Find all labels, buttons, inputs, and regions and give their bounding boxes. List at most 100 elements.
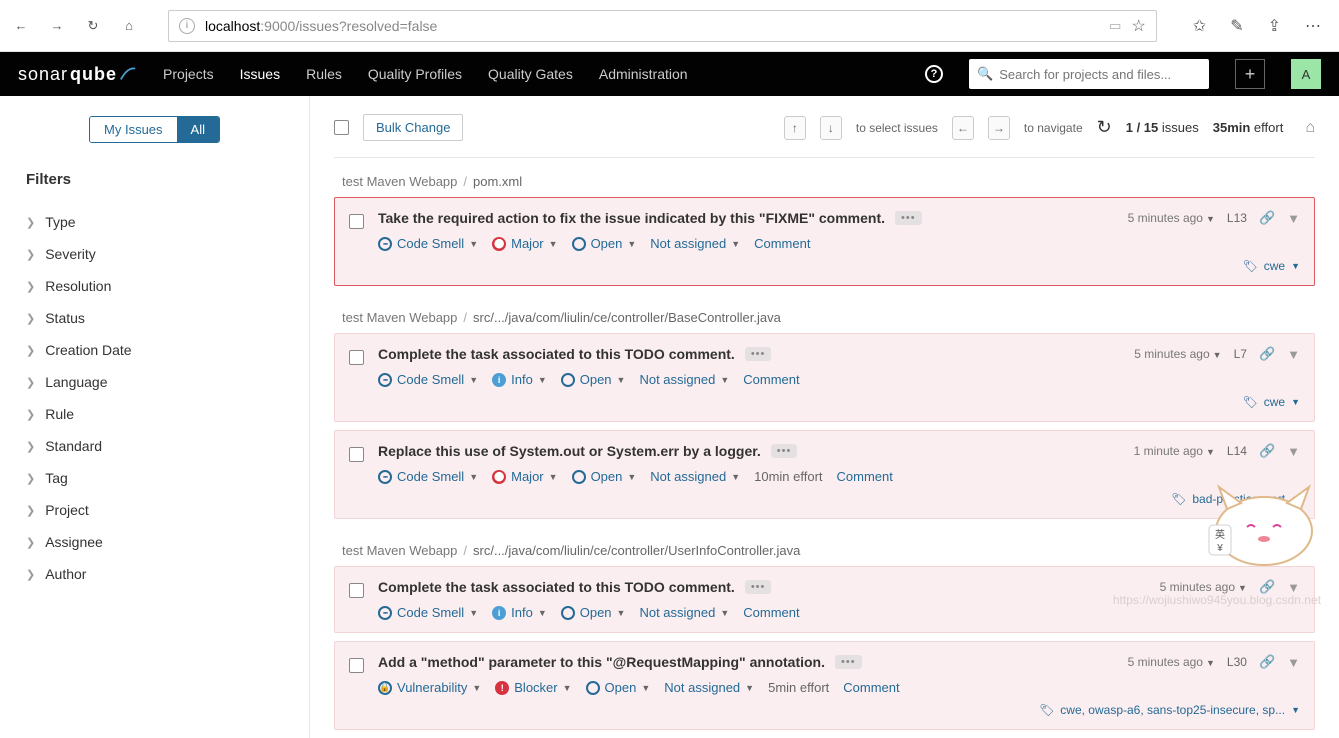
address-bar[interactable]: i localhost:9000/issues?resolved=false ▭… (168, 10, 1157, 42)
facet-resolution[interactable]: ❯Resolution (26, 270, 283, 302)
nav-quality-gates[interactable]: Quality Gates (488, 66, 573, 82)
filter-icon[interactable]: ▼ (1287, 655, 1300, 670)
search-input[interactable] (999, 67, 1201, 82)
file-path[interactable]: src/.../java/com/liulin/ce/controller/Ba… (473, 310, 781, 325)
more-icon[interactable]: ••• (771, 444, 798, 458)
issue-assignee[interactable]: Not assigned ▼ (639, 372, 729, 387)
file-path[interactable]: pom.xml (473, 174, 522, 189)
comment-link[interactable]: Comment (743, 372, 799, 387)
issue-age[interactable]: 5 minutes ago▼ (1128, 655, 1215, 669)
issue-age[interactable]: 5 minutes ago▼ (1128, 211, 1215, 225)
project-name[interactable]: test Maven Webapp (342, 310, 457, 325)
issue-tags[interactable]: 🏷 bad-practice, cert ▼ (378, 492, 1300, 506)
forward-icon[interactable]: → (48, 17, 66, 35)
issue-card[interactable]: Add a "method" parameter to this "@Reque… (334, 641, 1315, 730)
home-icon[interactable]: ⌂ (1305, 119, 1315, 137)
line-number[interactable]: L14 (1227, 444, 1247, 458)
issue-tags[interactable]: 🏷 cwe, owasp-a6, sans-top25-insecure, sp… (378, 703, 1300, 717)
issue-title[interactable]: Replace this use of System.out or System… (378, 443, 761, 459)
issue-severity[interactable]: ⬤ Major ▼ (492, 469, 557, 484)
star-icon[interactable]: ☆ (1131, 16, 1145, 36)
issue-age[interactable]: 5 minutes ago▼ (1160, 580, 1247, 594)
create-button[interactable]: + (1235, 59, 1265, 89)
toggle-all[interactable]: All (177, 117, 219, 142)
issue-checkbox[interactable] (349, 214, 364, 229)
project-name[interactable]: test Maven Webapp (342, 174, 457, 189)
issue-status[interactable]: Open ▼ (561, 372, 626, 387)
line-number[interactable]: L13 (1227, 211, 1247, 225)
issue-card[interactable]: Take the required action to fix the issu… (334, 197, 1315, 286)
issue-assignee[interactable]: Not assigned ▼ (664, 680, 754, 695)
link-icon[interactable]: 🔗 (1259, 346, 1275, 362)
issue-status[interactable]: Open ▼ (572, 469, 637, 484)
project-name[interactable]: test Maven Webapp (342, 543, 457, 558)
issue-type[interactable]: Code Smell ▼ (378, 469, 478, 484)
facet-creation-date[interactable]: ❯Creation Date (26, 334, 283, 366)
issue-type[interactable]: Code Smell ▼ (378, 605, 478, 620)
facet-project[interactable]: ❯Project (26, 494, 283, 526)
nav-projects[interactable]: Projects (163, 66, 214, 82)
issue-severity[interactable]: i Info ▼ (492, 605, 547, 620)
nav-rules[interactable]: Rules (306, 66, 342, 82)
issue-title[interactable]: Take the required action to fix the issu… (378, 210, 885, 226)
issue-card[interactable]: Replace this use of System.out or System… (334, 430, 1315, 519)
facet-standard[interactable]: ❯Standard (26, 430, 283, 462)
facet-tag[interactable]: ❯Tag (26, 462, 283, 494)
issue-status[interactable]: Open ▼ (586, 680, 651, 695)
issue-assignee[interactable]: Not assigned ▼ (650, 469, 740, 484)
bulk-change-button[interactable]: Bulk Change (363, 114, 463, 141)
link-icon[interactable]: 🔗 (1259, 443, 1275, 459)
issue-status[interactable]: Open ▼ (572, 236, 637, 251)
issue-severity[interactable]: ! Blocker ▼ (495, 680, 571, 695)
filter-icon[interactable]: ▼ (1287, 211, 1300, 226)
logo[interactable]: sonarqube (18, 64, 137, 85)
comment-link[interactable]: Comment (743, 605, 799, 620)
issue-assignee[interactable]: Not assigned ▼ (650, 236, 740, 251)
filter-icon[interactable]: ▼ (1287, 347, 1300, 362)
facet-rule[interactable]: ❯Rule (26, 398, 283, 430)
share-icon[interactable]: ⇪ (1268, 16, 1281, 36)
issue-type[interactable]: Code Smell ▼ (378, 372, 478, 387)
back-icon[interactable]: ← (12, 17, 30, 35)
home-icon[interactable]: ⌂ (120, 17, 138, 35)
issue-checkbox[interactable] (349, 447, 364, 462)
facet-status[interactable]: ❯Status (26, 302, 283, 334)
facet-severity[interactable]: ❯Severity (26, 238, 283, 270)
select-all-checkbox[interactable] (334, 120, 349, 135)
comment-link[interactable]: Comment (837, 469, 893, 484)
issue-age[interactable]: 5 minutes ago▼ (1134, 347, 1221, 361)
reader-icon[interactable]: ▭ (1109, 18, 1121, 34)
issue-checkbox[interactable] (349, 350, 364, 365)
toggle-my-issues[interactable]: My Issues (90, 117, 177, 142)
filter-icon[interactable]: ▼ (1287, 444, 1300, 459)
issue-title[interactable]: Complete the task associated to this TOD… (378, 346, 735, 362)
issue-assignee[interactable]: Not assigned ▼ (639, 605, 729, 620)
scope-toggle[interactable]: My Issues All (89, 116, 220, 143)
nav-quality-profiles[interactable]: Quality Profiles (368, 66, 462, 82)
avatar[interactable]: A (1291, 59, 1321, 89)
issue-tags[interactable]: 🏷 cwe ▼ (378, 259, 1300, 273)
more-icon[interactable]: ⋯ (1305, 16, 1321, 36)
help-icon[interactable]: ? (925, 65, 943, 83)
facet-author[interactable]: ❯Author (26, 558, 283, 590)
issue-severity[interactable]: ⬤ Major ▼ (492, 236, 557, 251)
nav-issues[interactable]: Issues (240, 66, 280, 82)
issue-title[interactable]: Complete the task associated to this TOD… (378, 579, 735, 595)
issue-type[interactable]: 🔒 Vulnerability ▼ (378, 680, 481, 695)
more-icon[interactable]: ••• (745, 580, 772, 594)
comment-link[interactable]: Comment (843, 680, 899, 695)
file-path[interactable]: src/.../java/com/liulin/ce/controller/Us… (473, 543, 800, 558)
line-number[interactable]: L7 (1234, 347, 1247, 361)
facet-type[interactable]: ❯Type (26, 206, 283, 238)
link-icon[interactable]: 🔗 (1259, 654, 1275, 670)
favorites-icon[interactable]: ✩ (1193, 16, 1206, 36)
issue-title[interactable]: Add a "method" parameter to this "@Reque… (378, 654, 825, 670)
reload-icon[interactable]: ↻ (1097, 117, 1112, 138)
more-icon[interactable]: ••• (745, 347, 772, 361)
global-search[interactable]: 🔍 (969, 59, 1209, 89)
issue-severity[interactable]: i Info ▼ (492, 372, 547, 387)
issue-status[interactable]: Open ▼ (561, 605, 626, 620)
facet-language[interactable]: ❯Language (26, 366, 283, 398)
issue-age[interactable]: 1 minute ago▼ (1134, 444, 1215, 458)
comment-link[interactable]: Comment (754, 236, 810, 251)
